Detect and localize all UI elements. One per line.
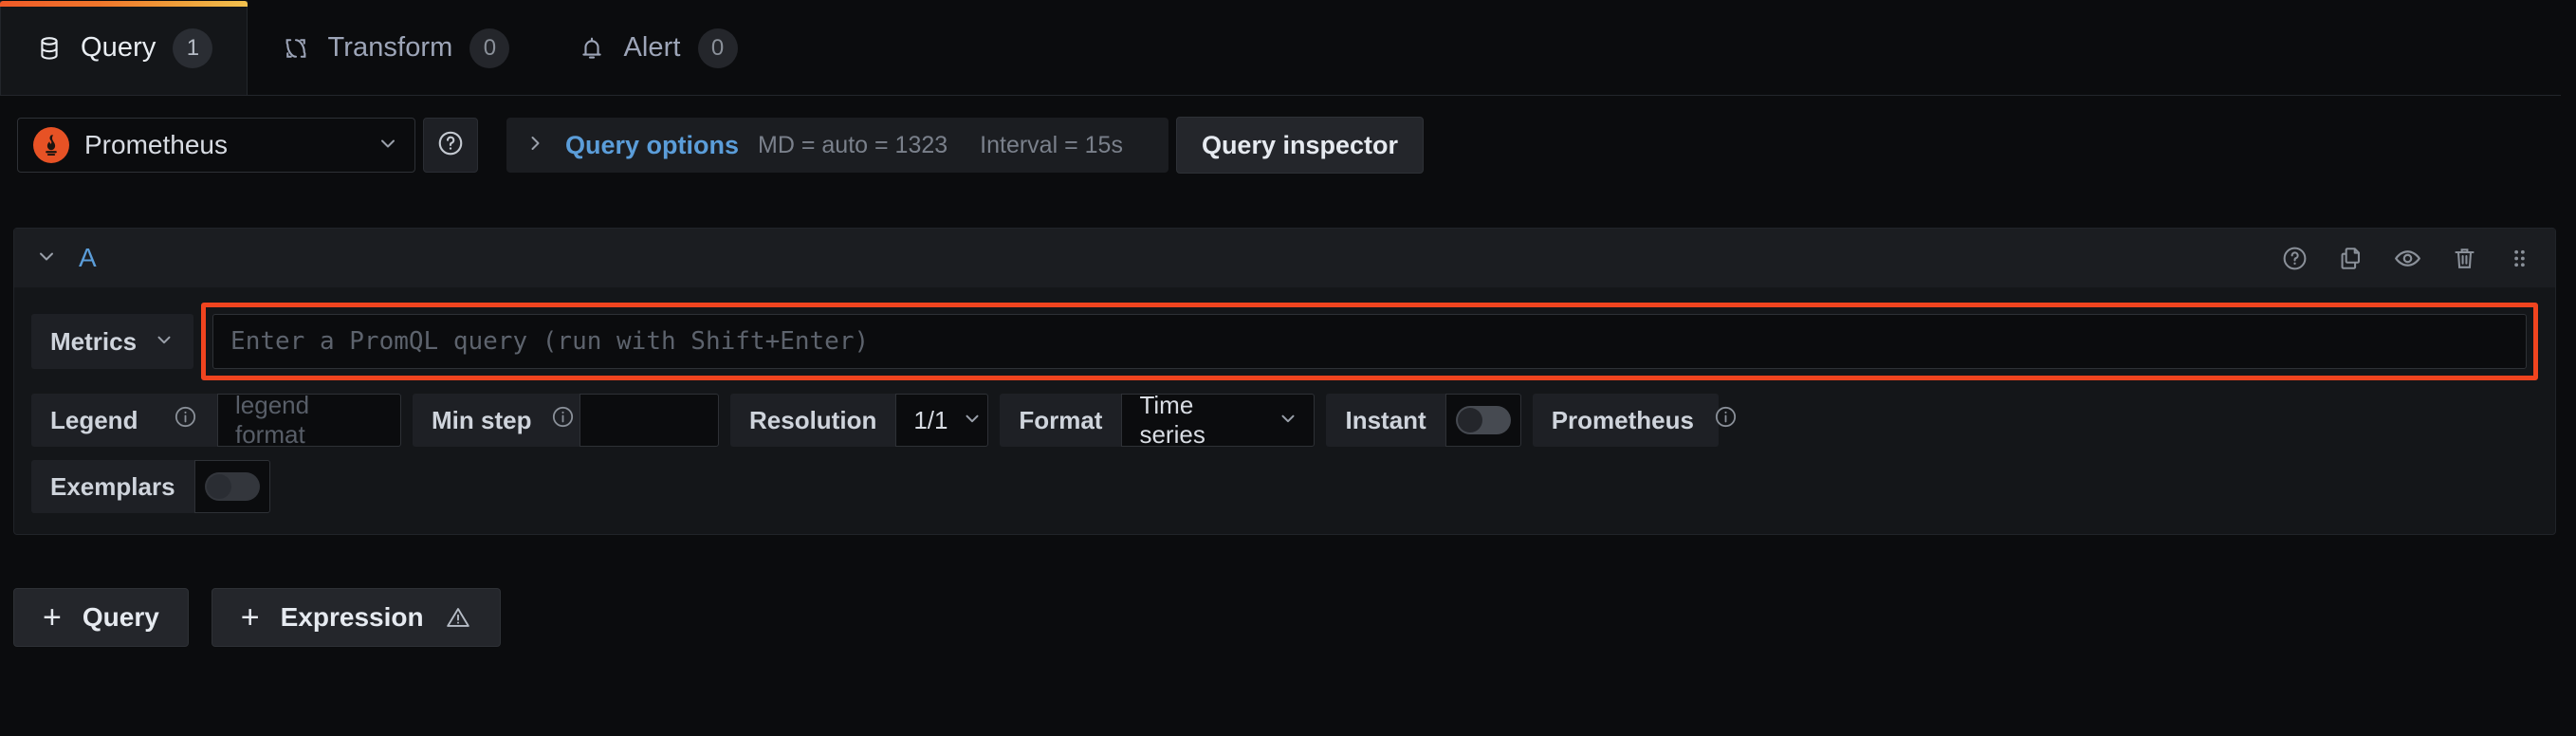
chevron-down-icon xyxy=(377,132,399,159)
query-type-label: Prometheus xyxy=(1532,394,1737,447)
exemplars-label-text: Exemplars xyxy=(50,471,175,501)
min-step-label: Min step xyxy=(413,394,580,447)
query-inspector-button[interactable]: Query inspector xyxy=(1175,117,1424,174)
add-query-button[interactable]: + Query xyxy=(13,588,189,647)
drag-handle-icon[interactable] xyxy=(2507,246,2532,271)
metrics-browser-button[interactable]: Metrics xyxy=(31,314,194,369)
chevron-right-icon xyxy=(524,132,546,159)
query-options-row: Legend legend format Min step Resolution… xyxy=(31,391,2538,449)
resolution-label: Resolution xyxy=(730,394,896,447)
interval-text: Interval = 15s xyxy=(980,131,1123,158)
eye-icon[interactable] xyxy=(2393,244,2422,273)
tab-transform-label: Transform xyxy=(327,32,453,63)
promql-row: Metrics Enter a PromQL query (run with S… xyxy=(31,303,2538,380)
datasource-name: Prometheus xyxy=(84,130,228,159)
format-value: Time series xyxy=(1139,391,1205,449)
legend-label-text: Legend xyxy=(50,405,138,434)
resolution-value: 1/1 xyxy=(913,405,948,434)
add-expression-label: Expression xyxy=(280,602,424,632)
min-step-label-text: Min step xyxy=(432,405,532,434)
query-footer-actions: + Query + Expression xyxy=(13,588,501,647)
add-query-label: Query xyxy=(82,602,159,632)
metrics-button-label: Metrics xyxy=(50,326,138,356)
database-icon xyxy=(35,34,64,63)
help-circle-icon xyxy=(436,129,465,162)
query-editor-page: Query 1 Transform 0 Alert 0 Prometheus Q… xyxy=(0,0,2576,736)
tab-transform-badge: 0 xyxy=(469,28,510,68)
exemplars-row: Exemplars xyxy=(31,460,2538,513)
min-step-input[interactable] xyxy=(580,394,719,447)
tab-transform[interactable]: Transform 0 xyxy=(248,1,543,95)
promql-query-input[interactable]: Enter a PromQL query (run with Shift+Ent… xyxy=(212,314,2527,369)
query-ref-id[interactable]: A xyxy=(79,243,97,273)
toggle-switch-off xyxy=(1455,406,1511,434)
copy-icon[interactable] xyxy=(2337,245,2364,272)
max-data-points-text: MD = auto = 1323 xyxy=(758,131,948,158)
datasource-help-button[interactable] xyxy=(423,118,478,173)
warning-triangle-icon xyxy=(445,604,471,631)
legend-format-input[interactable]: legend format xyxy=(217,391,401,449)
transform-icon xyxy=(282,34,310,63)
format-label-text: Format xyxy=(1019,405,1103,434)
query-options-toggle[interactable]: Query options MD = auto = 1323 Interval … xyxy=(506,118,1168,173)
exemplars-toggle[interactable] xyxy=(193,460,270,513)
tab-alert[interactable]: Alert 0 xyxy=(543,1,771,95)
tab-alert-badge: 0 xyxy=(697,28,738,68)
resolution-select[interactable]: 1/1 xyxy=(895,394,989,447)
query-row-A: A Metrics Enter a PromQL query (run with… xyxy=(13,228,2556,535)
info-circle-icon[interactable] xyxy=(173,404,198,436)
datasource-picker[interactable]: Prometheus xyxy=(17,118,415,173)
tab-query-label: Query xyxy=(81,32,156,63)
chevron-down-icon xyxy=(154,327,175,357)
promql-highlight-annotation: Enter a PromQL query (run with Shift+Ent… xyxy=(201,303,2538,380)
bell-icon xyxy=(578,34,606,63)
chevron-down-icon xyxy=(962,406,983,435)
tab-query-badge: 1 xyxy=(173,28,213,68)
instant-toggle[interactable] xyxy=(1444,394,1521,447)
datasource-row: Prometheus Query options MD = auto = 132… xyxy=(0,114,2561,176)
query-row-body: Metrics Enter a PromQL query (run with S… xyxy=(14,287,2555,534)
instant-label: Instant xyxy=(1326,394,1445,447)
query-type-text: Prometheus xyxy=(1551,405,1694,434)
info-circle-icon[interactable] xyxy=(550,404,576,436)
query-row-header: A xyxy=(14,229,2555,287)
tab-query[interactable]: Query 1 xyxy=(0,1,248,95)
info-circle-icon[interactable] xyxy=(1713,404,1739,436)
plus-icon: + xyxy=(240,599,260,635)
toggle-switch-off xyxy=(204,472,260,501)
plus-icon: + xyxy=(43,599,62,635)
exemplars-label: Exemplars xyxy=(31,460,194,513)
tab-alert-label: Alert xyxy=(623,32,681,63)
query-options-label: Query options xyxy=(565,130,740,159)
legend-label: Legend xyxy=(31,394,217,447)
chevron-down-icon xyxy=(1278,406,1298,435)
format-select[interactable]: Time series xyxy=(1121,391,1316,449)
prometheus-logo xyxy=(33,127,69,163)
add-expression-button[interactable]: + Expression xyxy=(211,588,501,647)
panel-editor-tabs: Query 1 Transform 0 Alert 0 xyxy=(0,0,2561,96)
help-circle-icon[interactable] xyxy=(2281,245,2309,272)
instant-label-text: Instant xyxy=(1345,405,1426,434)
collapse-chevron-down-icon[interactable] xyxy=(35,245,58,272)
query-options-summary: MD = auto = 1323 Interval = 15s xyxy=(758,132,1144,159)
resolution-label-text: Resolution xyxy=(749,405,877,434)
format-label: Format xyxy=(1000,394,1122,447)
trash-icon[interactable] xyxy=(2451,245,2478,272)
query-row-actions xyxy=(2281,244,2542,273)
